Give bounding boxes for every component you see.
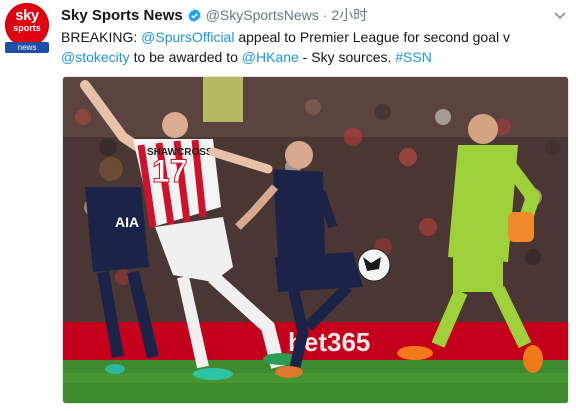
avatar-text-sports: sports (13, 23, 41, 33)
svg-text:SHAWCROSS: SHAWCROSS (147, 147, 213, 158)
svg-text:17: 17 (152, 153, 188, 189)
avatar-text-news: news (5, 42, 49, 53)
display-name[interactable]: Sky Sports News (61, 7, 183, 24)
avatar-text-sky: sky (15, 7, 39, 24)
mention-link[interactable]: @SpursOfficial (141, 29, 234, 45)
text-part: - Sky sources. (298, 49, 396, 65)
hashtag-link[interactable]: #SSN (395, 49, 432, 65)
text-part: to be awarded to (129, 49, 242, 65)
handle[interactable]: @SkySportsNews (206, 7, 319, 23)
verified-badge-icon (187, 8, 202, 23)
tweet-photo[interactable]: bet365 17 SHAWCROSS AIA (62, 76, 569, 404)
mention-link[interactable]: @stokecity (61, 49, 130, 65)
mention-link[interactable]: @HKane (242, 49, 299, 65)
timestamp[interactable]: 2小时 (331, 5, 367, 25)
tweet-text: BREAKING: @SpursOfficial appeal to Premi… (61, 27, 561, 67)
avatar[interactable]: sky sports news (5, 3, 49, 53)
chevron-down-icon[interactable] (553, 8, 567, 20)
text-part: BREAKING: (61, 29, 142, 45)
text-part: appeal to Premier League for second goal… (234, 29, 510, 45)
tweet-header: Sky Sports News @SkySportsNews · 2小时 (61, 5, 367, 25)
tweet-card: sky sports news Sky Sports News @SkySpor… (0, 0, 576, 411)
separator-dot: · (322, 7, 328, 23)
svg-text:AIA: AIA (115, 214, 139, 230)
